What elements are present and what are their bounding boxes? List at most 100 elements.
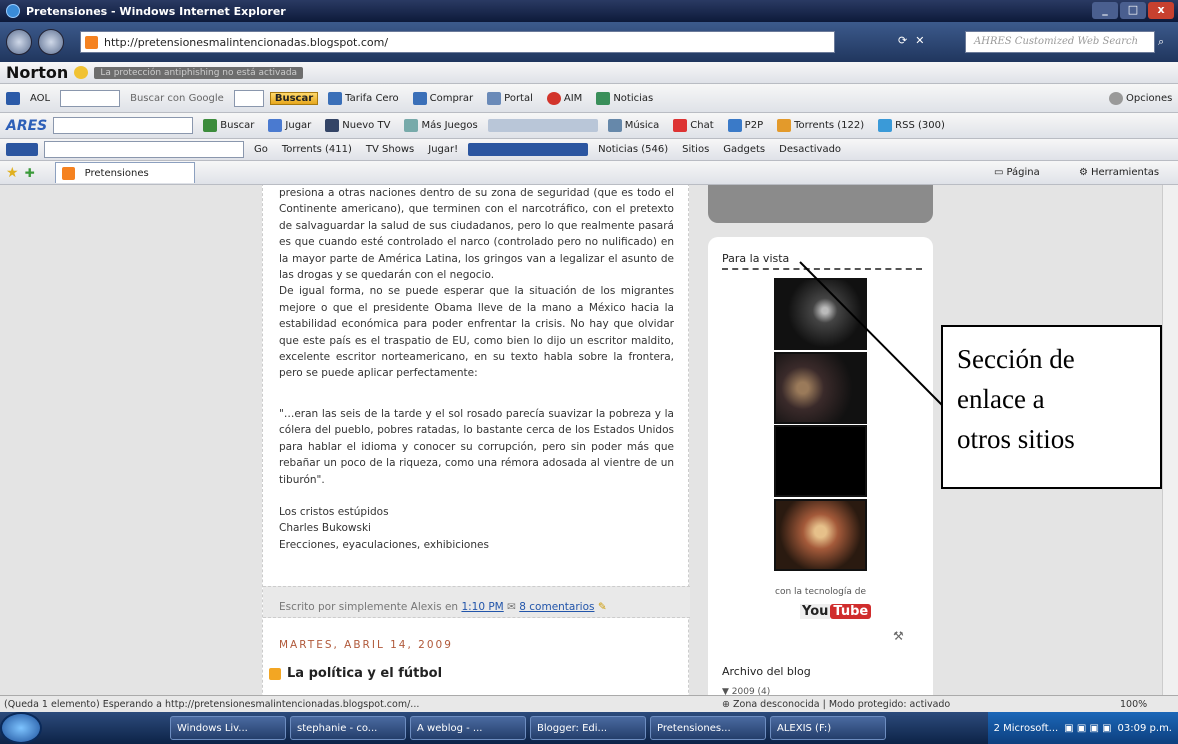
- ares-item-juegos[interactable]: Más Juegos: [400, 118, 481, 133]
- blog-post: presiona a otras naciones dentro de su z…: [262, 185, 690, 695]
- tb4-noticias[interactable]: Noticias (546): [594, 143, 672, 156]
- refresh-icon[interactable]: ⟳: [898, 34, 907, 47]
- footer-author: Escrito por simplemente Alexis en: [279, 601, 459, 613]
- tb4-tvshows[interactable]: TV Shows: [362, 143, 418, 156]
- tab-pretensiones[interactable]: Pretensiones: [54, 162, 195, 183]
- blogger-icon: [85, 35, 98, 49]
- add-favorite-icon[interactable]: ✚: [25, 166, 35, 180]
- post-time-link[interactable]: 1:10 PM: [461, 601, 503, 613]
- youtube-logo[interactable]: You Tube: [800, 604, 872, 619]
- ares-logo: ARES: [6, 117, 48, 134]
- system-tray: 2 Microsoft... ▣ ▣ ▣ ▣ 03:09 p.m.: [987, 712, 1178, 744]
- video-thumbnail[interactable]: [774, 278, 867, 350]
- task-windows-live[interactable]: Windows Liv...: [170, 716, 286, 740]
- post-title[interactable]: La política y el fútbol: [269, 666, 442, 681]
- post-paragraph: De igual forma, no se puede esperar que …: [279, 285, 674, 380]
- tb4-torrents[interactable]: Torrents (411): [278, 143, 356, 156]
- google-search-label: Buscar con Google: [130, 92, 224, 104]
- web-search-input[interactable]: AHRES Customized Web Search: [965, 31, 1155, 53]
- tb4-sitios[interactable]: Sitios: [678, 143, 713, 156]
- norton-message[interactable]: La protección antiphishing no está activ…: [94, 66, 304, 79]
- task-pretensiones[interactable]: Pretensiones...: [650, 716, 766, 740]
- ares-item-p2p[interactable]: P2P: [724, 118, 767, 133]
- task-stephanie[interactable]: stephanie - co...: [290, 716, 406, 740]
- video-thumbnail[interactable]: [774, 499, 867, 571]
- warning-icon: [74, 66, 89, 79]
- forward-button[interactable]: [38, 29, 64, 55]
- google-field[interactable]: [233, 89, 264, 107]
- aol-item-comprar[interactable]: Comprar: [409, 91, 478, 106]
- vertical-scrollbar[interactable]: [1162, 185, 1178, 695]
- powered-by-text: con la tecnología de: [775, 587, 866, 597]
- aol-label[interactable]: AOL: [26, 92, 54, 105]
- favorites-star-icon[interactable]: ★: [6, 165, 19, 181]
- aol-toolbar: AOL Buscar con Google Buscar Tarifa Cero…: [0, 84, 1178, 113]
- post-body: presiona a otras naciones dentro de su z…: [279, 185, 674, 553]
- media-player[interactable]: [487, 119, 598, 132]
- post-footer: Escrito por simplemente Alexis en 1:10 P…: [263, 586, 690, 618]
- aol-item-tarifa[interactable]: Tarifa Cero: [324, 91, 402, 106]
- edit-pencil-icon[interactable]: ✎: [598, 601, 607, 613]
- task-microsoft[interactable]: 2 Microsoft...: [994, 723, 1059, 734]
- taskbar: Windows Liv... stephanie - co... A weblo…: [0, 712, 1178, 744]
- clock[interactable]: 03:09 p.m.: [1118, 723, 1172, 734]
- ares-item-chat[interactable]: Chat: [669, 118, 717, 133]
- sig-line: Los cristos estúpidos: [279, 505, 389, 518]
- search-icon[interactable]: ⌕: [1158, 35, 1164, 49]
- video-thumbnail[interactable]: [774, 425, 867, 497]
- close-button[interactable]: x: [1148, 2, 1174, 19]
- tb4-jugar[interactable]: Jugar!: [424, 143, 462, 156]
- minimize-button[interactable]: _: [1092, 2, 1118, 19]
- aol-search-input[interactable]: [60, 89, 121, 107]
- tab-row: ★ ✚ Pretensiones ▭ Página ⚙ Herramientas: [0, 161, 1178, 185]
- ares-item-rss[interactable]: RSS (300): [874, 118, 949, 133]
- task-alexis[interactable]: ALEXIS (F:): [770, 716, 886, 740]
- archive-year[interactable]: ▼ 2009 (4): [722, 687, 770, 695]
- post-signature: Los cristos estúpidos Charles Bukowski E…: [279, 504, 674, 553]
- stop-icon[interactable]: ✕: [915, 34, 924, 47]
- ares-item-torrents[interactable]: Torrents (122): [773, 118, 868, 133]
- maximize-button[interactable]: □: [1120, 2, 1146, 19]
- tray-icons: ▣ ▣ ▣ ▣: [1064, 722, 1112, 734]
- ares-toolbar: ARES Buscar Jugar Nuevo TV Más Juegos Mú…: [0, 113, 1178, 139]
- start-button[interactable]: [0, 712, 42, 744]
- tools-menu[interactable]: ⚙ Herramientas: [1075, 166, 1163, 179]
- status-bar: (Queda 1 elemento) Esperando a http://pr…: [0, 695, 1178, 712]
- video-thumbnail[interactable]: [774, 352, 867, 424]
- tb4-gadgets[interactable]: Gadgets: [719, 143, 769, 156]
- ares-item-tv[interactable]: Nuevo TV: [321, 118, 394, 133]
- sidebar-top-widget: [708, 185, 933, 223]
- options-button[interactable]: Opciones: [1105, 91, 1176, 106]
- window-controls: _ □ x: [1092, 2, 1174, 19]
- toolbar-search-input[interactable]: [44, 141, 244, 158]
- back-button[interactable]: [6, 29, 32, 55]
- task-weblog[interactable]: A weblog - ...: [410, 716, 526, 740]
- title-bar: Pretensiones - Windows Internet Explorer…: [0, 0, 1178, 22]
- wrench-icon[interactable]: ⚒: [893, 629, 904, 643]
- status-text: (Queda 1 elemento) Esperando a http://pr…: [4, 698, 420, 710]
- aol-item-noticias[interactable]: Noticias: [592, 91, 657, 106]
- gear-icon: [1109, 91, 1123, 105]
- url-input[interactable]: http://pretensionesmalintencionadas.blog…: [80, 31, 835, 53]
- norton-toolbar: Norton La protección antiphishing no est…: [0, 62, 1178, 84]
- ares-item-musica[interactable]: Música: [604, 118, 664, 133]
- tb4-player[interactable]: [468, 143, 589, 156]
- page-menu[interactable]: ▭ Página: [990, 166, 1044, 179]
- zoom-level[interactable]: 100%: [1120, 699, 1147, 710]
- tb4-go[interactable]: Go: [250, 143, 272, 156]
- aol-item-portal[interactable]: Portal: [483, 91, 537, 106]
- toolbar-logo-icon: [6, 143, 38, 156]
- tb4-desactivado[interactable]: Desactivado: [775, 143, 845, 156]
- comments-link[interactable]: 8 comentarios: [519, 601, 594, 613]
- task-blogger[interactable]: Blogger: Edi...: [530, 716, 646, 740]
- ie-icon: [6, 4, 20, 18]
- callout-line: Sección de: [957, 344, 1075, 374]
- ares-item-jugar[interactable]: Jugar: [264, 118, 315, 133]
- sig-line: Charles Bukowski: [279, 522, 371, 535]
- url-text: http://pretensionesmalintencionadas.blog…: [104, 35, 389, 49]
- address-icons: ⟳ ✕: [898, 34, 924, 47]
- ares-item-buscar[interactable]: Buscar: [199, 118, 258, 133]
- ares-search-input[interactable]: [53, 117, 194, 134]
- buscar-button[interactable]: Buscar: [269, 91, 319, 105]
- aol-item-aim[interactable]: AIM: [543, 91, 586, 106]
